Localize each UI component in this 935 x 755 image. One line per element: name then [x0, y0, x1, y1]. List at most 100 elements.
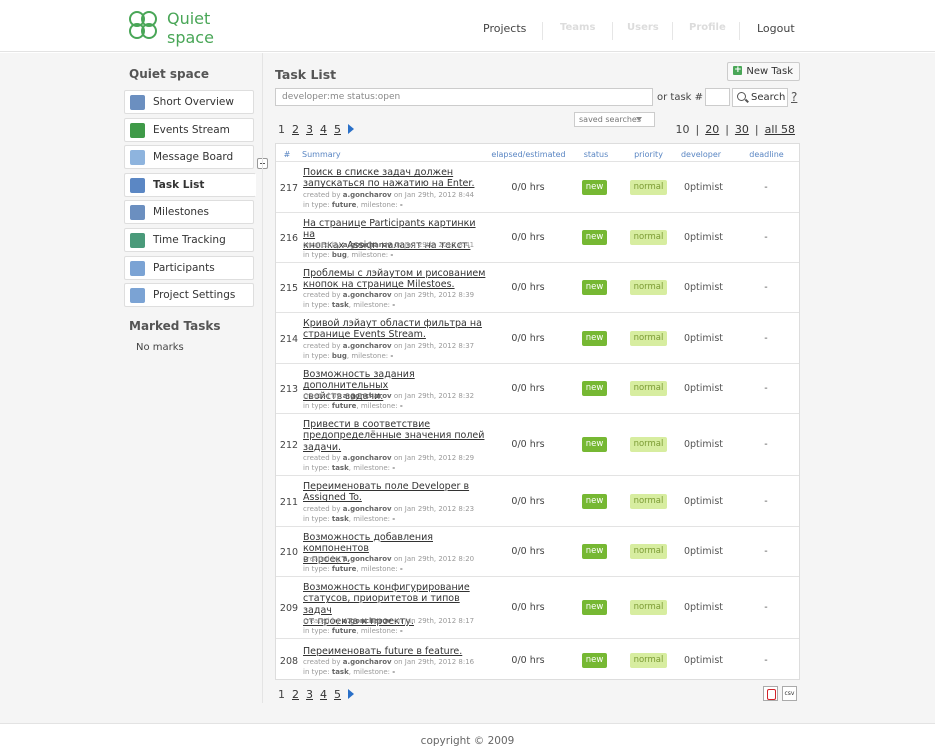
- task-type-meta: in type: future, milestone: -: [303, 402, 403, 411]
- task-author[interactable]: a.goncharov: [343, 191, 392, 199]
- status-badge[interactable]: new: [582, 230, 607, 245]
- column-header[interactable]: Summary: [302, 150, 342, 159]
- page-link[interactable]: 3: [306, 688, 313, 701]
- sidebar-divider: [262, 53, 263, 703]
- priority-badge[interactable]: normal: [630, 179, 667, 195]
- task-developer[interactable]: 0ptimist: [676, 439, 731, 450]
- page-link[interactable]: 5: [334, 688, 341, 701]
- task-number-input[interactable]: [705, 88, 730, 106]
- task-author[interactable]: a.goncharov: [343, 392, 392, 400]
- page-link[interactable]: 5: [334, 123, 341, 136]
- next-page-arrow-icon[interactable]: [348, 689, 354, 699]
- sidebar-item[interactable]: Participants: [124, 255, 254, 280]
- page-link[interactable]: 4: [320, 123, 327, 136]
- task-developer[interactable]: 0ptimist: [676, 182, 731, 193]
- export-csv-icon[interactable]: csv: [782, 686, 797, 701]
- task-title-line: кнопок на странице Milestoes.: [303, 278, 455, 290]
- logo[interactable]: Quiet space: [125, 8, 245, 48]
- task-date: Jan 29th, 2012 8:16: [404, 658, 475, 667]
- task-title-link[interactable]: Кривой лэйаут области фильтра на странице…: [303, 318, 488, 341]
- status-badge[interactable]: new: [582, 652, 607, 668]
- sidebar-item[interactable]: Short Overview: [124, 90, 254, 114]
- sidebar-item[interactable]: Time Tracking: [124, 228, 254, 252]
- task-title-link[interactable]: Поиск в списке задач должен запускаться п…: [303, 167, 488, 190]
- status-badge[interactable]: new: [582, 437, 607, 452]
- priority-badge[interactable]: normal: [630, 280, 667, 295]
- column-header[interactable]: priority: [626, 150, 671, 159]
- priority-badge[interactable]: normal: [630, 230, 667, 245]
- task-developer[interactable]: 0ptimist: [676, 383, 731, 394]
- priority-badge[interactable]: normal: [630, 600, 667, 615]
- filter-input[interactable]: [275, 88, 653, 106]
- events-icon: [130, 122, 145, 138]
- status-badge[interactable]: new: [582, 544, 607, 559]
- new-task-button[interactable]: New Task: [727, 62, 800, 81]
- status-badge[interactable]: new: [582, 600, 607, 615]
- task-developer[interactable]: 0ptimist: [676, 282, 731, 293]
- nav-projects[interactable]: Projects: [483, 22, 526, 35]
- gear-icon: [130, 288, 145, 304]
- sidebar-item[interactable]: Project Settings: [124, 283, 254, 308]
- task-developer[interactable]: 0ptimist: [676, 232, 731, 243]
- column-header[interactable]: #: [281, 150, 293, 159]
- page-link[interactable]: 3: [306, 123, 313, 136]
- task-developer[interactable]: 0ptimist: [676, 655, 731, 666]
- status-badge[interactable]: new: [582, 493, 607, 509]
- sidebar-item[interactable]: Task List: [124, 172, 256, 197]
- task-title-line: Привести в соответствие: [303, 419, 431, 431]
- page-link[interactable]: 2: [292, 123, 299, 136]
- task-title-link[interactable]: Переименовать поле Developer в Assigned T…: [303, 481, 488, 504]
- status-badge[interactable]: new: [582, 330, 607, 346]
- priority-badge[interactable]: normal: [630, 652, 667, 668]
- next-page-arrow-icon[interactable]: [348, 124, 354, 134]
- sidebar-item-label: Events Stream: [153, 123, 230, 136]
- pagination-top: 12345: [278, 123, 361, 136]
- task-developer[interactable]: 0ptimist: [676, 546, 731, 557]
- task-deadline: -: [764, 332, 768, 344]
- task-title-link[interactable]: Проблемы с лэйаутом и рисованием кнопок н…: [303, 268, 488, 291]
- status-badge[interactable]: new: [582, 280, 607, 295]
- task-author[interactable]: a.goncharov: [343, 454, 392, 462]
- priority-badge[interactable]: normal: [630, 493, 667, 509]
- per-page-option[interactable]: all 58: [765, 123, 795, 136]
- nav-logout[interactable]: Logout: [757, 22, 795, 35]
- task-type: bug: [331, 251, 347, 260]
- task-author[interactable]: a.goncharov: [343, 505, 392, 513]
- column-header[interactable]: elapsed/estimated: [486, 150, 571, 159]
- priority-badge[interactable]: normal: [630, 544, 667, 559]
- page-link[interactable]: 2: [292, 688, 299, 701]
- task-type: task: [331, 301, 349, 310]
- column-header[interactable]: developer: [676, 150, 726, 159]
- export-pdf-icon[interactable]: [763, 686, 778, 701]
- help-link[interactable]: ?: [791, 90, 797, 104]
- sidebar-item[interactable]: Events Stream: [124, 117, 254, 142]
- priority-badge[interactable]: normal: [630, 437, 667, 452]
- column-header[interactable]: status: [576, 150, 616, 159]
- task-author[interactable]: a.goncharov: [343, 342, 392, 350]
- task-author[interactable]: a.goncharov: [343, 617, 392, 625]
- task-developer[interactable]: 0ptimist: [676, 602, 731, 613]
- task-author[interactable]: a.goncharov: [343, 658, 392, 666]
- page-link[interactable]: 4: [320, 688, 327, 701]
- per-page-option[interactable]: 30: [735, 123, 749, 136]
- task-developer[interactable]: 0ptimist: [676, 333, 731, 344]
- sidebar-item[interactable]: Message Board: [124, 145, 254, 170]
- meta-in-type-label: in type:: [303, 667, 330, 676]
- task-title-link[interactable]: Переименовать future в feature.: [303, 646, 488, 657]
- column-header[interactable]: deadline: [744, 150, 789, 159]
- nav-separator: [672, 22, 673, 40]
- task-author[interactable]: a.goncharov: [343, 555, 392, 563]
- priority-badge[interactable]: normal: [630, 330, 667, 346]
- task-title-link[interactable]: Привести в соответствие предопределённые …: [303, 419, 488, 453]
- search-button[interactable]: Search: [732, 88, 788, 107]
- status-badge[interactable]: new: [582, 381, 607, 396]
- sidebar-item[interactable]: Milestones: [124, 200, 254, 225]
- task-developer[interactable]: 0ptimist: [676, 496, 731, 507]
- task-author[interactable]: a.goncharov: [343, 291, 392, 299]
- per-page-option[interactable]: 20: [705, 123, 719, 136]
- saved-searches-dropdown[interactable]: saved searches: [574, 112, 655, 127]
- task-author[interactable]: a.goncharov: [343, 241, 392, 249]
- task-deadline: -: [764, 232, 768, 243]
- priority-badge[interactable]: normal: [630, 381, 667, 396]
- status-badge[interactable]: new: [582, 179, 607, 195]
